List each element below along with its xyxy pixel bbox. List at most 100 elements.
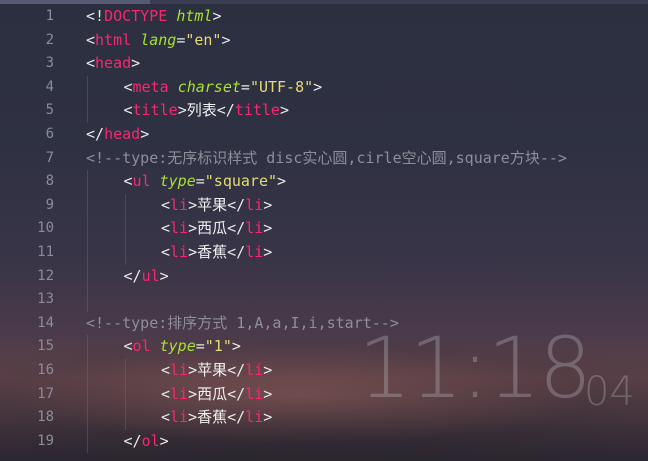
code-token: <	[161, 195, 171, 214]
code-token: >	[188, 219, 198, 238]
code-token: >	[131, 54, 141, 73]
code-token: <	[161, 384, 171, 403]
code-token: >	[188, 243, 198, 261]
line-number: 6	[45, 126, 54, 142]
code-line[interactable]: 12 </ul>	[0, 265, 648, 289]
code-text: <ul type="square">	[124, 170, 287, 194]
code-line[interactable]: 15 <ol type="1">	[0, 335, 648, 359]
line-number: 5	[45, 102, 54, 119]
line-number: 15	[37, 338, 54, 355]
code-token: </	[123, 431, 142, 450]
code-token: <	[161, 243, 171, 261]
code-line[interactable]: 13	[0, 288, 648, 312]
code-token: 苹果	[197, 361, 228, 379]
code-token: li	[245, 384, 264, 403]
code-token: li	[170, 361, 189, 379]
code-token: li	[245, 408, 264, 427]
code-text: <html lang="en">	[86, 29, 231, 53]
code-token: lang	[140, 30, 177, 49]
code-token: >	[279, 101, 289, 120]
code-line[interactable]: 2 <html lang="en">	[0, 29, 648, 53]
code-token: ol	[132, 337, 151, 356]
code-line[interactable]: 1 <!DOCTYPE html>	[0, 5, 648, 29]
line-number: 14	[37, 314, 54, 331]
code-line[interactable]: 17 <li>西瓜</li>	[0, 383, 648, 407]
code-token: title	[132, 101, 178, 120]
code-token: li	[245, 243, 264, 261]
code-token: =	[195, 172, 205, 191]
indent-guide	[124, 359, 126, 430]
code-line[interactable]: 5 <title>列表</title>	[0, 99, 648, 123]
line-number: 10	[37, 220, 54, 237]
code-token: <	[123, 172, 133, 191]
line-number: 1	[45, 8, 54, 24]
code-line[interactable]: 16 <li>苹果</li>	[0, 359, 648, 383]
code-text: </head>	[86, 123, 149, 147]
code-text: <li>香蕉</li>	[161, 241, 272, 265]
code-token: head	[104, 125, 141, 143]
code-token: >	[231, 337, 241, 356]
code-token: 西瓜	[197, 384, 228, 403]
code-token: <	[86, 30, 96, 49]
code-text: <li>苹果</li>	[161, 194, 272, 218]
code-token: <	[86, 54, 96, 73]
code-line[interactable]: 3 <head>	[0, 52, 648, 76]
line-number: 3	[45, 55, 54, 72]
code-text: <head>	[86, 52, 140, 76]
code-line[interactable]: 19 </ol>	[0, 430, 648, 454]
line-number: 11	[37, 244, 54, 260]
line-number: 9	[45, 196, 54, 213]
code-token: ul	[132, 172, 151, 191]
code-token: html	[95, 30, 132, 49]
code-token: </	[227, 195, 246, 214]
code-token: </	[227, 243, 246, 261]
code-editor[interactable]: 1 <!DOCTYPE html> 2 <html lang="en"> 3 <head>…	[0, 4, 648, 461]
code-token: li	[170, 195, 189, 214]
code-line[interactable]: 11 <li>香蕉</li>	[0, 241, 648, 265]
code-text: <li>香蕉</li>	[161, 406, 272, 430]
code-token: =	[195, 337, 205, 356]
code-line[interactable]: 6 </head>	[0, 123, 648, 147]
line-number: 16	[37, 362, 54, 378]
code-token: =	[176, 30, 186, 49]
code-token: =	[240, 77, 250, 96]
code-line[interactable]: 7 <!--type:无序标识样式 disc实心圆,cirle空心圆,square…	[0, 147, 648, 171]
code-text: <li>苹果</li>	[161, 359, 272, 383]
code-token: >	[159, 266, 169, 285]
indent-guide	[87, 75, 88, 123]
code-token: <!	[86, 7, 105, 25]
code-line[interactable]: 18 <li>香蕉</li>	[0, 406, 648, 430]
code-line[interactable]: 9 <li>苹果</li>	[0, 194, 648, 218]
code-text: <!--type:无序标识样式 disc实心圆,cirle空心圆,square方…	[86, 147, 567, 171]
code-text: <meta charset="UTF-8">	[124, 76, 323, 100]
code-line[interactable]: 4 <meta charset="UTF-8">	[0, 76, 648, 100]
code-text: <!DOCTYPE html>	[86, 5, 221, 29]
code-line[interactable]: 10 <li>西瓜</li>	[0, 217, 648, 241]
code-token: >	[277, 172, 287, 191]
indent-guide	[87, 170, 88, 312]
code-token: ol	[141, 431, 160, 450]
code-token: html	[176, 7, 213, 25]
line-number: 18	[37, 409, 54, 426]
indent-guide	[124, 193, 126, 265]
code-token: >	[177, 101, 187, 120]
code-text: <li>西瓜</li>	[161, 383, 272, 407]
code-text: <title>列表</title>	[124, 99, 289, 123]
code-token: li	[245, 361, 264, 379]
code-token: 苹果	[197, 195, 228, 214]
code-token: 列表	[186, 101, 217, 120]
code-text: </ul>	[124, 265, 169, 289]
code-token: >	[263, 195, 273, 214]
line-number: 17	[37, 385, 54, 402]
code-line[interactable]: 14 <!--type:排序方式 1,A,a,I,i,start-->	[0, 312, 648, 336]
code-token: >	[188, 361, 198, 379]
code-line[interactable]: 8 <ul type="square">	[0, 170, 648, 194]
line-number: 2	[45, 31, 54, 48]
code-token: li	[170, 243, 189, 261]
line-number: 19	[37, 432, 54, 449]
code-token: <	[161, 361, 171, 379]
